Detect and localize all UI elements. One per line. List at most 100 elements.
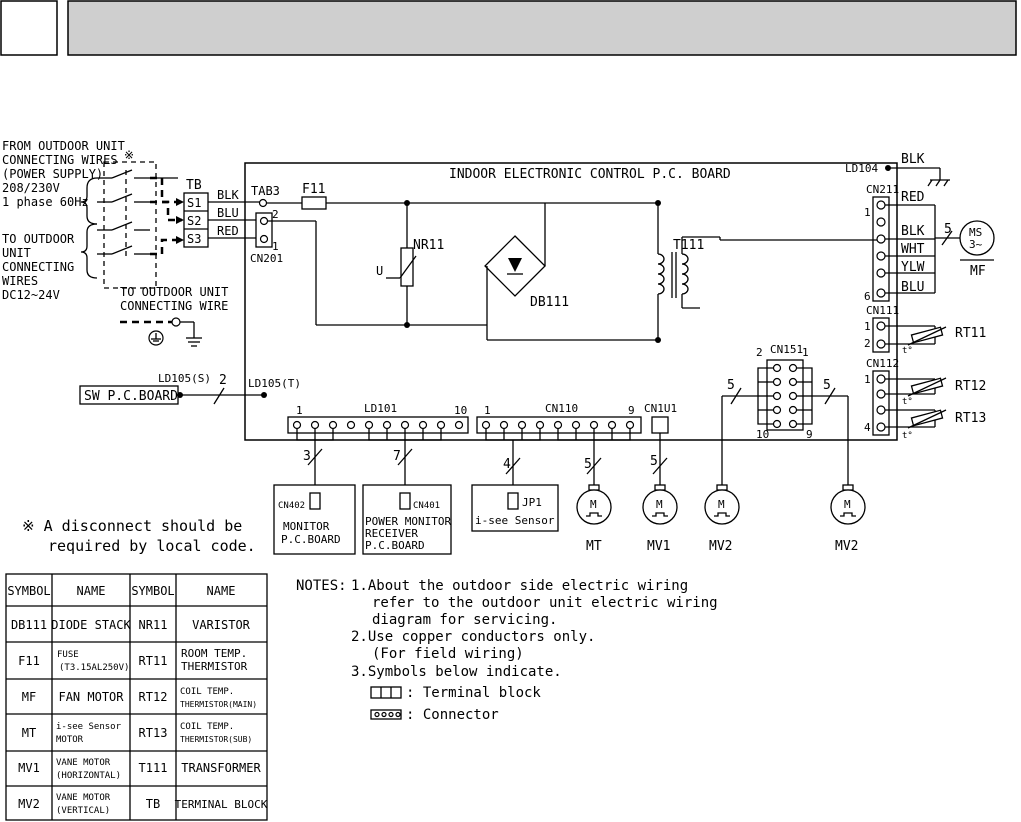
ld105s-label: LD105(S) (158, 372, 211, 385)
table-header-name-2: NAME (207, 584, 236, 598)
mt-count: 5 (584, 457, 592, 472)
to-outdoor-line-1: TO OUTDOOR (2, 232, 75, 246)
symbol-table: SYMBOL NAME SYMBOL NAME DB111 DIODE STAC… (5, 573, 268, 821)
mv2-left-motor: M (704, 484, 740, 525)
table-header-symbol-1: SYMBOL (7, 584, 50, 598)
rt13-label: RT13 (955, 411, 986, 426)
cn401-label: CN401 (413, 501, 440, 511)
cn110-pin1: 1 (484, 404, 491, 417)
to-outdoor-label: TO OUTDOOR UNIT CONNECTING WIRES DC12~24… (2, 232, 75, 302)
table-row-1-name-1a: FUSE (57, 650, 79, 660)
table-row-4-name-1b: (HORIZONTAL) (56, 771, 121, 781)
note-line-6: 3.Symbols below indicate. (351, 664, 562, 680)
disconnect-note-2: required by local code. (48, 537, 256, 555)
disconnect-note-1: ※ A disconnect should be (22, 517, 242, 535)
ld101-connector (287, 416, 469, 495)
table-row-1-name-2a: ROOM TEMP. (181, 647, 247, 660)
tb-label: TB (186, 178, 202, 193)
mf-3phase: 3~ (969, 238, 983, 251)
cn151-pin1: 1 (802, 346, 809, 359)
table-row-3-name-2b: THERMISTOR(SUB) (180, 735, 252, 744)
nr11-varistor (400, 247, 414, 287)
cn111-pin2: 2 (864, 337, 871, 350)
cn1u1-connector (651, 416, 669, 434)
terminal-block-symbol (370, 686, 402, 699)
table-row-2-name-2a: COIL TEMP. (180, 687, 234, 697)
table-row-5-symbol-2: TB (146, 797, 160, 811)
cn211-red: RED (901, 190, 925, 205)
rt11-label: RT11 (955, 326, 986, 341)
table-row-0-symbol-1: DB111 (11, 618, 47, 632)
cn201-pin2: 2 (272, 208, 279, 221)
cn112-label: CN112 (866, 357, 899, 370)
from-outdoor-line-4: 208/230V (2, 181, 60, 195)
ld101-pin10: 10 (454, 404, 467, 417)
mt-m: M (590, 498, 597, 511)
wire-red: RED (217, 224, 239, 238)
ld101-pin1: 1 (296, 404, 303, 417)
note-line-1: 1.About the outdoor side electric wiring (351, 578, 688, 594)
cn211-wht: WHT (901, 242, 925, 257)
nr11-u: U (376, 264, 383, 278)
motor-mt-label: MT (586, 539, 602, 554)
from-outdoor-line-2: CONNECTING WIRES (2, 153, 118, 167)
pcb-title: INDOOR ELECTRONIC CONTROL P.C. BOARD (449, 167, 731, 182)
cn112-pin4: 4 (864, 421, 871, 434)
ground-label-1: TO OUTDOOR UNIT (120, 285, 228, 299)
from-outdoor-label: FROM OUTDOOR UNIT CONNECTING WIRES (POWE… (2, 139, 125, 209)
wire-blu: BLU (217, 206, 239, 220)
motor-mv2-right-label: MV2 (835, 539, 858, 554)
table-row-3-name-1b: MOTOR (56, 735, 84, 745)
cn1u1-label: CN1U1 (644, 402, 677, 415)
note-line-8: : Connector (406, 707, 499, 723)
cn402-name-2: P.C.BOARD (281, 533, 341, 546)
nr11-label: NR11 (413, 238, 444, 253)
table-header-name-1: NAME (77, 584, 106, 598)
cn211-blk: BLK (901, 224, 925, 239)
table-row-2-name-2b: THERMISTOR(MAIN) (180, 700, 257, 709)
from-outdoor-line-1: FROM OUTDOOR UNIT (2, 139, 125, 153)
cn151-pin9: 9 (806, 428, 813, 441)
table-row-2-symbol-2: RT12 (139, 690, 168, 704)
title-number-box (0, 0, 58, 56)
tb-s1: S1 (187, 196, 201, 210)
to-outdoor-line-5: DC12~24V (2, 288, 60, 302)
to-outdoor-line-2: UNIT (2, 246, 31, 260)
disconnect-switches (97, 169, 184, 260)
cn402-count: 3 (303, 449, 311, 464)
from-outdoor-line-5: 1 phase 60Hz (2, 195, 89, 209)
jp1-name: i-see Sensor (475, 514, 555, 527)
cn112-pin1: 1 (864, 373, 871, 386)
table-row-2-name-1: FAN MOTOR (58, 690, 124, 704)
rt12-label: RT12 (955, 379, 986, 394)
jp1-label: JP1 (522, 496, 542, 509)
mv2-right-motor: M (830, 484, 866, 525)
cn211-label: CN211 (866, 183, 899, 196)
cn111-label: CN111 (866, 304, 899, 317)
cn151-label: CN151 (770, 343, 803, 356)
note-line-7: : Terminal block (406, 685, 541, 701)
cn201-label: CN201 (250, 252, 283, 265)
sw-board-label: SW P.C.BOARD (84, 389, 178, 404)
table-row-5-symbol-1: MV2 (18, 797, 40, 811)
cn110-connector (476, 416, 642, 495)
mv2-left-m: M (718, 498, 725, 511)
title-text-box (67, 0, 1017, 56)
cn401-name-3: P.C.BOARD (365, 539, 425, 552)
jp1-count: 4 (503, 457, 511, 472)
lower-brace (80, 223, 98, 279)
wire-blk: BLK (217, 188, 239, 202)
table-row-1-symbol-1: F11 (18, 654, 40, 668)
table-row-1-symbol-2: RT11 (139, 654, 168, 668)
cn110-label: CN110 (545, 402, 578, 415)
tb-s3: S3 (187, 232, 201, 246)
mv1-count: 5 (650, 454, 658, 469)
note-line-5: (For field wiring) (372, 646, 524, 662)
fan-wire-count: 5 (944, 222, 952, 237)
to-outdoor-line-4: WIRES (2, 274, 38, 288)
ground-symbol (120, 317, 202, 347)
mv1-m: M (656, 498, 663, 511)
f11-label: F11 (302, 182, 325, 197)
cn401-count: 7 (393, 449, 401, 464)
table-row-0-name-1: DIODE STACK (51, 618, 131, 632)
